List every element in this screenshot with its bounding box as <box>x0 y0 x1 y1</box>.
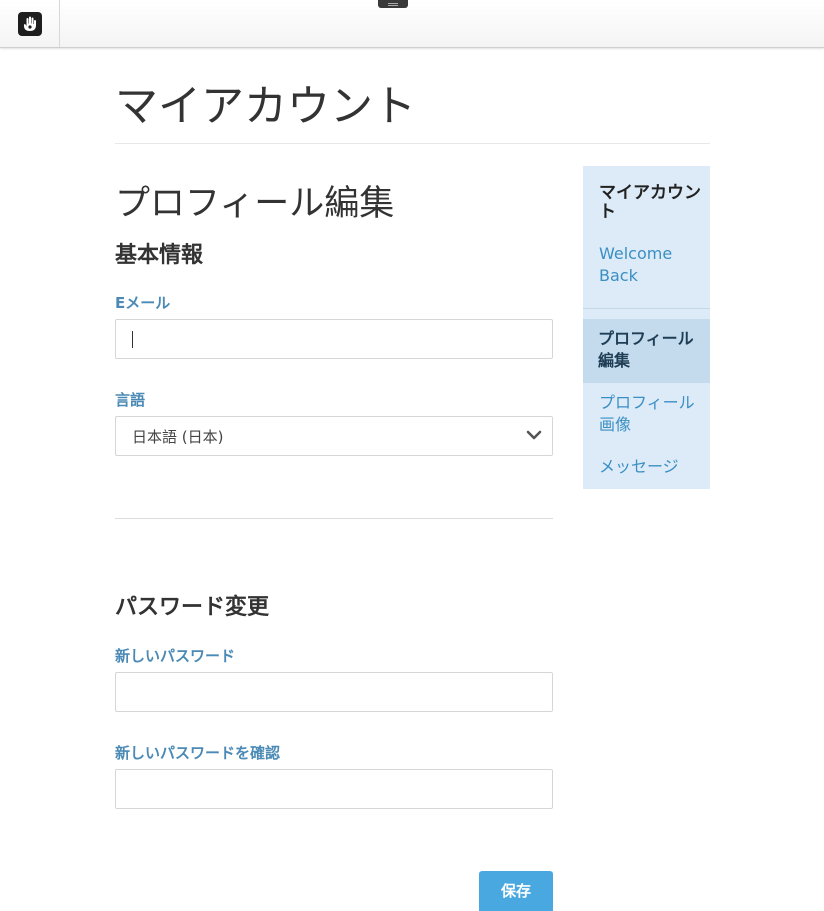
sidebar-item-messages[interactable]: メッセージ <box>599 456 703 478</box>
title-divider <box>115 143 710 144</box>
sidebar-item-label: プロフィール編集 <box>598 329 694 370</box>
email-label: Eメール <box>115 294 171 312</box>
panel-handle-icon[interactable] <box>378 0 408 8</box>
sidebar-heading: マイアカウント <box>599 183 701 222</box>
language-selected-value: 日本語 (日本) <box>132 428 224 446</box>
language-select[interactable]: 日本語 (日本) <box>115 416 553 456</box>
email-field[interactable] <box>116 320 552 358</box>
section-divider <box>115 518 553 519</box>
language-label: 言語 <box>115 391 146 409</box>
new-password-field[interactable] <box>116 673 552 711</box>
new-password-label: 新しいパスワード <box>115 647 236 665</box>
confirm-password-label: 新しいパスワードを確認 <box>115 744 281 762</box>
text-caret <box>132 331 133 348</box>
page-title: マイアカウント <box>115 82 416 132</box>
sidebar-divider <box>583 308 710 309</box>
basic-info-heading: 基本情報 <box>115 243 204 268</box>
save-button[interactable]: 保存 <box>479 871 553 911</box>
sidebar-item-edit-profile[interactable]: プロフィール編集 <box>583 319 710 383</box>
account-sidebar: マイアカウント Welcome Back プロフィール編集 プロフィール画像 メ… <box>583 166 710 489</box>
sidebar-item-profile-image[interactable]: プロフィール画像 <box>599 392 703 436</box>
confirm-password-box <box>115 769 553 809</box>
email-field-box <box>115 319 553 359</box>
password-change-heading: パスワード変更 <box>115 595 270 620</box>
new-password-box <box>115 672 553 712</box>
concrete5-hand-icon <box>17 11 42 36</box>
toolbar <box>0 0 824 48</box>
sidebar-welcome-link[interactable]: Welcome Back <box>599 243 703 287</box>
chevron-down-icon <box>526 430 542 440</box>
logo-button[interactable] <box>0 0 60 47</box>
confirm-password-field[interactable] <box>116 770 552 808</box>
section-title: プロフィール編集 <box>115 184 395 224</box>
